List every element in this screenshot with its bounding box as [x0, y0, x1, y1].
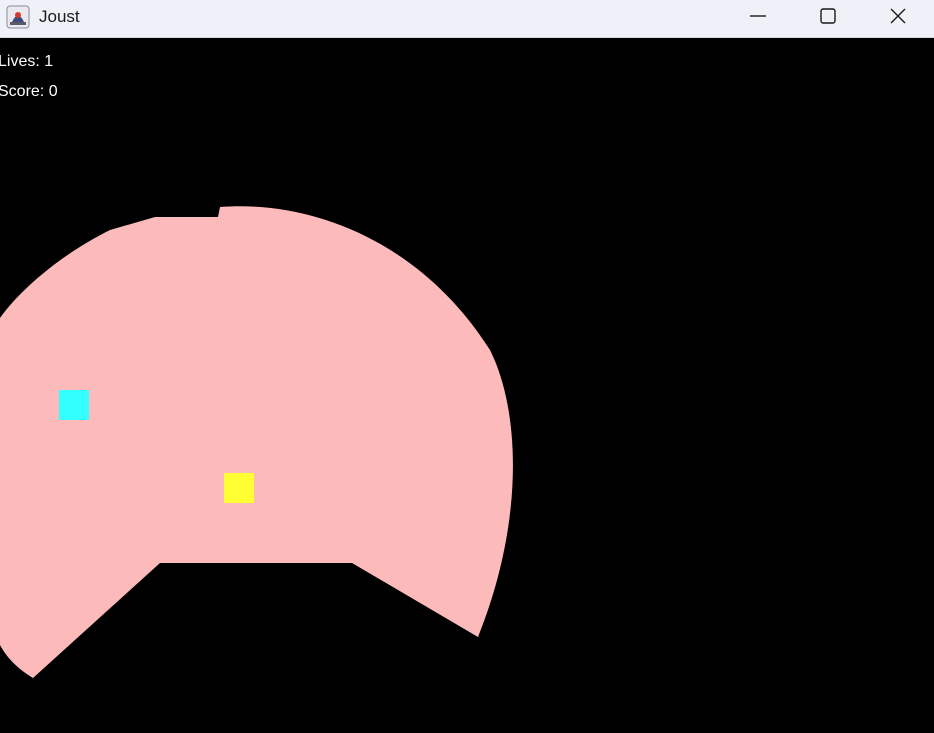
close-icon — [890, 8, 906, 24]
minimize-button[interactable] — [723, 0, 793, 32]
close-button[interactable] — [863, 0, 933, 32]
arena-platform — [0, 206, 513, 678]
minimize-icon — [750, 15, 766, 17]
game-field — [0, 206, 513, 678]
window-title: Joust — [39, 7, 80, 26]
enemy-knight — [224, 473, 254, 503]
player-knight — [59, 390, 89, 420]
score-counter: Score: 0 — [0, 83, 58, 100]
title-bar: Joust — [0, 0, 934, 38]
maximize-icon — [820, 8, 836, 24]
java-app-icon — [6, 5, 30, 29]
maximize-button[interactable] — [793, 0, 863, 32]
game-canvas[interactable]: Lives: 1 Score: 0 — [0, 38, 934, 733]
lives-counter: Lives: 1 — [0, 53, 54, 70]
